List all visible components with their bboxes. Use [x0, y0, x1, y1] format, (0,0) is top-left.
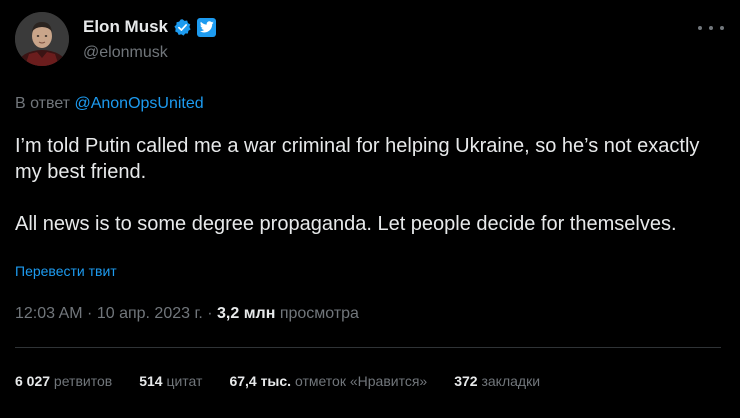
- tweet-paragraph: I’m told Putin called me a war criminal …: [15, 135, 700, 183]
- tweet-paragraph: All news is to some degree propaganda. L…: [15, 213, 677, 235]
- more-options-icon[interactable]: [698, 20, 724, 36]
- views-label: просмотра: [275, 305, 359, 322]
- avatar[interactable]: [15, 12, 69, 66]
- author-handle[interactable]: @elonmusk: [83, 44, 168, 62]
- author-name-row: Elon Musk: [83, 16, 217, 38]
- tweet-text: I’m told Putin called me a war criminal …: [15, 133, 715, 237]
- meta-separator: ·: [202, 305, 218, 322]
- reply-mention-link[interactable]: @AnonOpsUnited: [74, 95, 203, 112]
- bookmarks-stat[interactable]: 372 закладки: [454, 373, 540, 389]
- reply-prefix: В ответ: [15, 95, 71, 112]
- reply-context: В ответ @AnonOpsUnited: [15, 95, 204, 113]
- profile-photo: [15, 12, 69, 66]
- twitter-logo-icon[interactable]: [197, 17, 217, 37]
- quotes-stat[interactable]: 514 цитат: [139, 373, 202, 389]
- display-name[interactable]: Elon Musk: [83, 17, 168, 37]
- tweet-meta: 12:03 AM · 10 апр. 2023 г. · 3,2 млн про…: [15, 305, 359, 323]
- more-dot: [709, 26, 713, 30]
- views-count: 3,2 млн: [217, 305, 276, 322]
- engagement-stats: 6 027 ретвитов 514 цитат 67,4 тыс. отмет…: [15, 373, 567, 389]
- divider: [15, 347, 721, 348]
- retweets-stat[interactable]: 6 027 ретвитов: [15, 373, 112, 389]
- more-dot: [720, 26, 724, 30]
- translate-tweet-link[interactable]: Перевести твит: [15, 263, 117, 279]
- more-dot: [698, 26, 702, 30]
- likes-stat[interactable]: 67,4 тыс. отметок «Нравится»: [229, 373, 427, 389]
- tweet-time[interactable]: 12:03 AM: [15, 305, 83, 322]
- verified-badge-icon[interactable]: [173, 18, 192, 37]
- meta-separator: ·: [82, 305, 97, 322]
- tweet-date[interactable]: 10 апр. 2023 г.: [97, 305, 203, 322]
- tweet-detail: Elon Musk @elonmusk В ответ @AnonOpsUnit…: [0, 0, 740, 418]
